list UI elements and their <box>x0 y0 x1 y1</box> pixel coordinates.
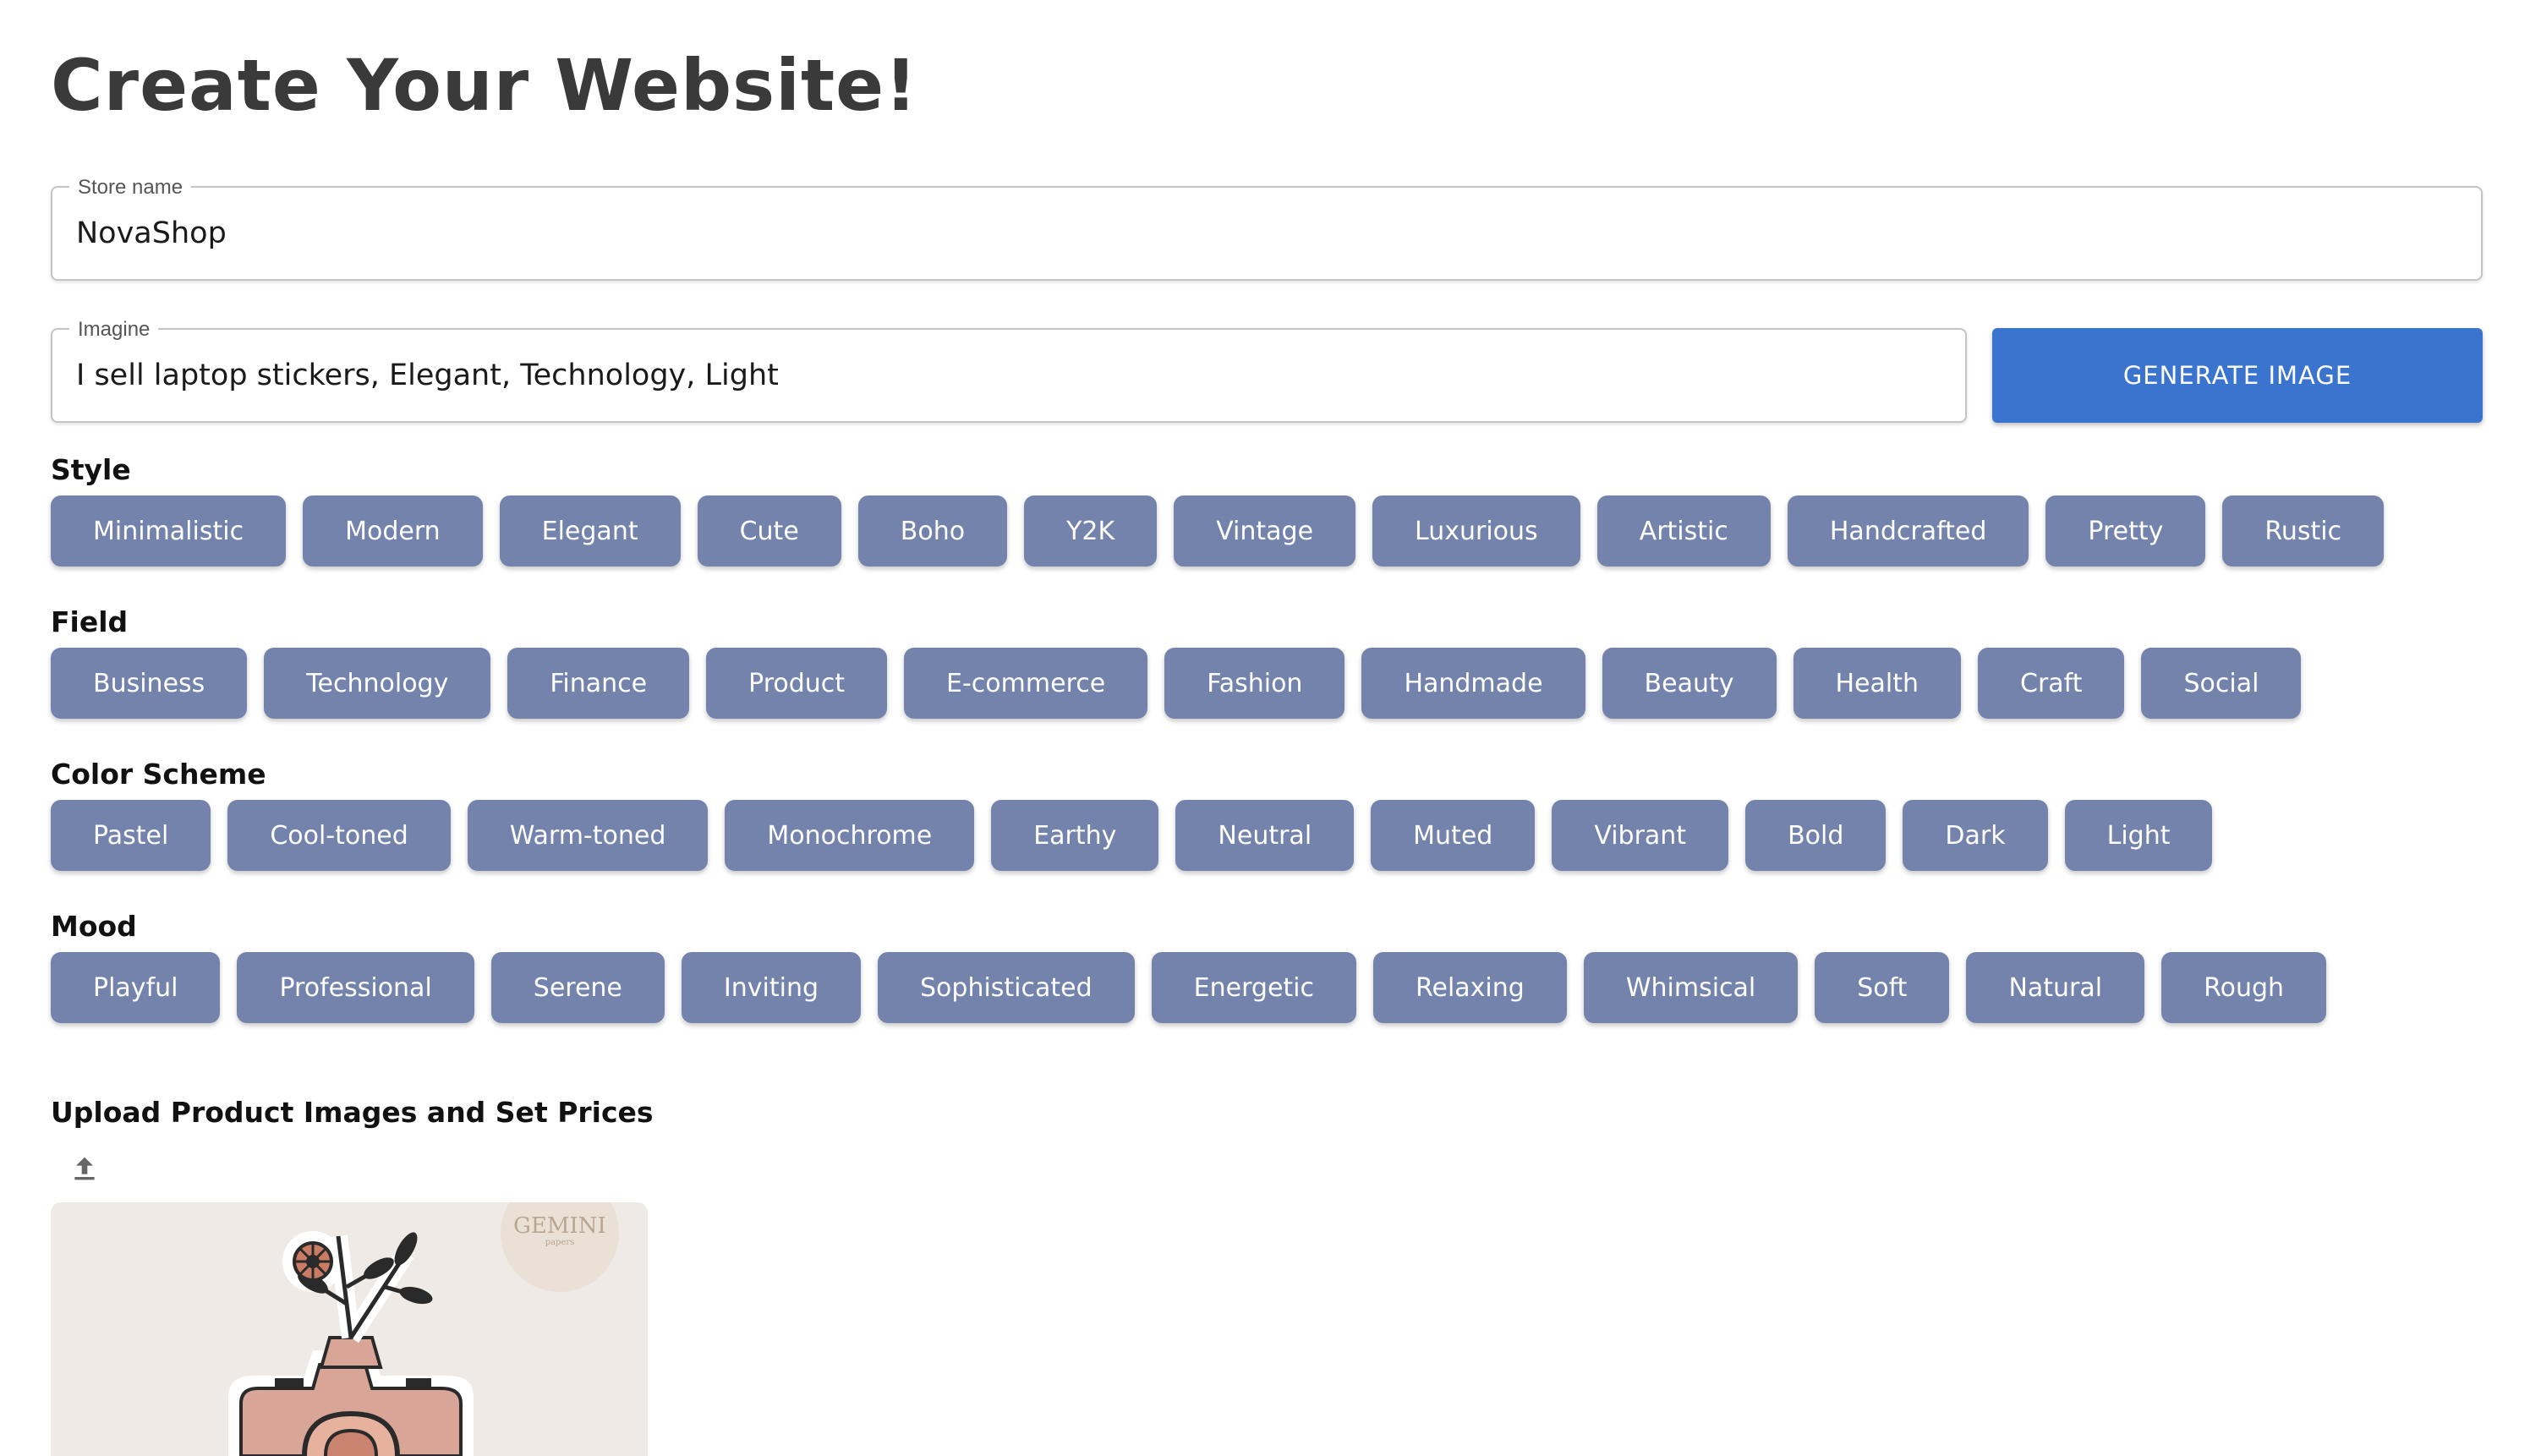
chip-finance[interactable]: Finance <box>507 648 690 719</box>
imagine-input[interactable]: I sell laptop stickers, Elegant, Technol… <box>76 330 779 421</box>
chip-pretty[interactable]: Pretty <box>2045 495 2206 567</box>
chip-dark[interactable]: Dark <box>1903 800 2048 871</box>
watermark-text: GEMINI <box>513 1213 606 1239</box>
product-image-preview: GEMINI papers <box>51 1202 648 1456</box>
chip-y2k[interactable]: Y2K <box>1024 495 1158 567</box>
chip-beauty[interactable]: Beauty <box>1602 648 1777 719</box>
store-name-input[interactable]: NovaShop <box>76 188 227 279</box>
section-title-color-scheme: Color Scheme <box>51 758 266 791</box>
chip-inviting[interactable]: Inviting <box>681 952 861 1023</box>
chip-soft[interactable]: Soft <box>1815 952 1950 1023</box>
chip-relaxing[interactable]: Relaxing <box>1373 952 1567 1023</box>
chip-playful[interactable]: Playful <box>51 952 221 1023</box>
chip-serene[interactable]: Serene <box>490 952 665 1023</box>
page-title: Create Your Website! <box>51 44 918 127</box>
upload-icon[interactable] <box>68 1152 101 1185</box>
chip-craft[interactable]: Craft <box>1978 648 2125 719</box>
chip-natural[interactable]: Natural <box>1966 952 2145 1023</box>
chip-pastel[interactable]: Pastel <box>51 800 211 871</box>
chip-professional[interactable]: Professional <box>237 952 474 1023</box>
chip-modern[interactable]: Modern <box>303 495 483 567</box>
chip-group-field: Business Technology Finance Product E-co… <box>51 648 2302 719</box>
chip-elegant[interactable]: Elegant <box>499 495 681 567</box>
chip-technology[interactable]: Technology <box>264 648 491 719</box>
chip-e-commerce[interactable]: E-commerce <box>904 648 1148 719</box>
chip-rough[interactable]: Rough <box>2161 952 2327 1023</box>
chip-business[interactable]: Business <box>51 648 248 719</box>
chip-muted[interactable]: Muted <box>1371 800 1536 871</box>
chip-earthy[interactable]: Earthy <box>991 800 1159 871</box>
chip-group-color-scheme: Pastel Cool-toned Warm-toned Monochrome … <box>51 800 2213 871</box>
section-title-field: Field <box>51 605 129 638</box>
chip-cool-toned[interactable]: Cool-toned <box>227 800 451 871</box>
chip-handmade[interactable]: Handmade <box>1361 648 1585 719</box>
chip-cute[interactable]: Cute <box>697 495 841 567</box>
chip-rustic[interactable]: Rustic <box>2222 495 2385 567</box>
chip-group-mood: Playful Professional Serene Inviting Sop… <box>51 952 2327 1023</box>
chip-sophisticated[interactable]: Sophisticated <box>878 952 1135 1023</box>
product-image: GEMINI papers <box>51 1202 648 1456</box>
chip-fashion[interactable]: Fashion <box>1164 648 1345 719</box>
chip-artistic[interactable]: Artistic <box>1596 495 1771 567</box>
chip-group-style: Minimalistic Modern Elegant Cute Boho Y2… <box>51 495 2385 567</box>
chip-energetic[interactable]: Energetic <box>1151 952 1356 1023</box>
store-name-field[interactable]: Store name NovaShop <box>51 176 2483 281</box>
chip-product[interactable]: Product <box>706 648 888 719</box>
section-title-mood: Mood <box>51 910 137 943</box>
chip-health[interactable]: Health <box>1793 648 1962 719</box>
chip-neutral[interactable]: Neutral <box>1175 800 1355 871</box>
chip-luxurious[interactable]: Luxurious <box>1372 495 1580 567</box>
generate-image-button[interactable]: GENERATE IMAGE <box>1992 328 2483 423</box>
chip-minimalistic[interactable]: Minimalistic <box>51 495 287 567</box>
chip-whimsical[interactable]: Whimsical <box>1583 952 1799 1023</box>
chip-light[interactable]: Light <box>2064 800 2213 871</box>
chip-vibrant[interactable]: Vibrant <box>1552 800 1729 871</box>
imagine-field[interactable]: Imagine I sell laptop stickers, Elegant,… <box>51 318 1967 423</box>
section-title-style: Style <box>51 453 131 486</box>
chip-vintage[interactable]: Vintage <box>1174 495 1356 567</box>
upload-section-title: Upload Product Images and Set Prices <box>51 1096 654 1129</box>
chip-warm-toned[interactable]: Warm-toned <box>467 800 709 871</box>
chip-boho[interactable]: Boho <box>857 495 1008 567</box>
chip-bold[interactable]: Bold <box>1745 800 1887 871</box>
watermark-subtext: papers <box>545 1238 575 1247</box>
chip-handcrafted[interactable]: Handcrafted <box>1787 495 2029 567</box>
chip-monochrome[interactable]: Monochrome <box>725 800 975 871</box>
chip-social[interactable]: Social <box>2141 648 2302 719</box>
